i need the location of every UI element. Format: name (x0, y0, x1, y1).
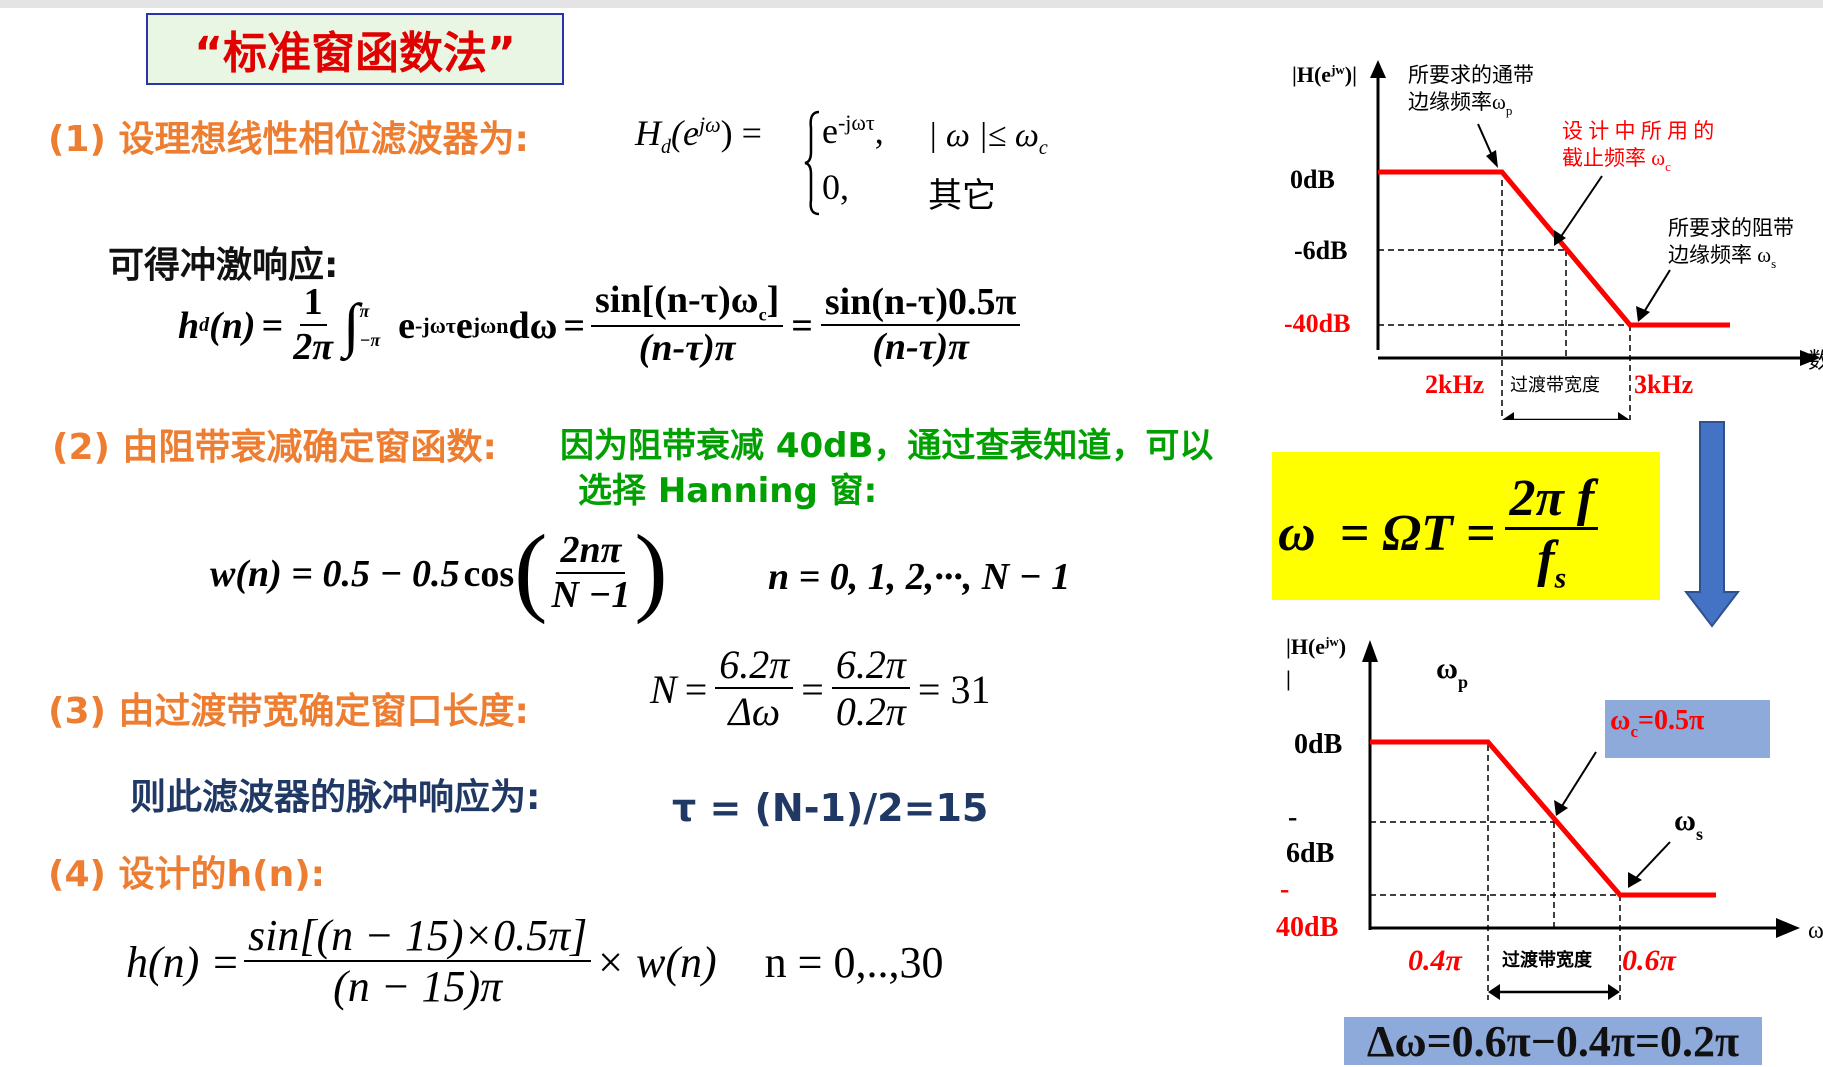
svg-text:|: | (1286, 666, 1291, 691)
annot-pass-1: 所要求的通带 (1408, 63, 1534, 87)
bottom-x-0.4pi: 0.4π (1408, 944, 1463, 977)
omega-formula: ω = ΩT = 2π f fs (1278, 470, 1599, 596)
top-band-label: 过渡带宽度 (1510, 375, 1600, 395)
bottom-wp-label: ωp (1436, 652, 1468, 692)
annot-stop-2: 边缘频率 ωs (1668, 243, 1776, 271)
step3-label: (3) 由过渡带宽确定窗口长度: (48, 691, 529, 732)
annot-pass-2: 边缘频率ωp (1408, 90, 1512, 118)
top-bar (0, 0, 1823, 8)
bottom-y-arrow-icon (1362, 640, 1378, 662)
bottom-x-0.6pi: 0.6π (1622, 944, 1677, 977)
delta-omega-result: Δω=0.6π−0.4π=0.2π (1344, 1017, 1762, 1066)
frac-sin-0.5pi: sin(n-τ)0.5π (n-τ)π (820, 281, 1021, 369)
step2-note-line1: 因为阻带衰减 40dB，通过查表知道，可以 (560, 426, 1214, 466)
eq-arg: (e (671, 113, 699, 153)
hanning-equation: w(n) = 0.5 − 0.5 cos ( 2nπ N −1 ) (210, 514, 668, 625)
case1-value: e-jωτ, (822, 110, 884, 151)
bottom-wc-arrow-icon (1554, 800, 1568, 816)
annot-cut-2: 截止频率 ωc (1562, 146, 1671, 174)
down-arrow-icon (1684, 421, 1740, 628)
top-y-arrow-icon (1370, 60, 1386, 78)
eq-h-sub: d (661, 136, 671, 159)
frac-1-over-2pi: 1 2π (293, 280, 333, 368)
svg-text:-: - (1288, 802, 1297, 833)
bottom-wc-label: ωc=0.5π (1610, 705, 1705, 741)
impulse-response-label: 则此滤波器的脉冲响应为: (130, 777, 541, 818)
bottom-tick-0db: 0dB (1294, 729, 1342, 760)
case1-condition: | ω |≤ ωc (928, 117, 1048, 159)
brace-icon (804, 110, 820, 216)
frac-sin-omega-c: sin[(n-τ)ωc] (n-τ)π (591, 279, 784, 371)
top-x-3khz: 3kHz (1634, 370, 1693, 399)
eq-arg-sup: jω (698, 112, 721, 137)
bottom-band-label: 过渡带宽度 (1502, 949, 1593, 970)
bottom-frequency-chart: |H(ejw) | ωp ωc=0.5π ωs 0dB - 6dB - 40dB… (1276, 634, 1823, 1000)
annot-pass-arrow-icon (1486, 150, 1498, 168)
eq-h: H (635, 113, 661, 153)
annot-stop-arrow-icon (1636, 306, 1650, 322)
bottom-response-line (1370, 739, 1716, 898)
step2-label: (2) 由阻带衰减确定窗函数: (52, 427, 497, 468)
step2-note-line2: 选择 Hanning 窗: (578, 471, 878, 511)
bottom-tick-40db: 40dB (1276, 912, 1338, 943)
step4-label: (4) 设计的h(n): (48, 854, 326, 895)
step1-label: (1) 设理想线性相位滤波器为: (48, 119, 529, 160)
top-tick-40db: -40dB (1284, 309, 1350, 338)
top-ylabel: |H(ejw)| (1292, 62, 1357, 87)
slide-title: “标准窗函数法” (146, 13, 564, 85)
hn-equation: h(n) = sin[(n − 15)×0.5π] (n − 15)π × w(n… (126, 911, 944, 1012)
h-symbol: h (178, 304, 200, 347)
case2-condition: 其它 (928, 176, 996, 216)
bottom-ws-label: ωs (1674, 804, 1703, 844)
impulse-equation: h d (n) = 1 2π ∫ π −π e -jωτ e jωn dω = sin[(n-τ… (178, 279, 1021, 371)
top-x-2khz: 2kHz (1425, 370, 1484, 399)
bottom-x-cut-label: ω (1808, 918, 1823, 944)
bottom-tick-6db: 6dB (1286, 838, 1334, 869)
top-frequency-chart: |H(ejw)| 0dB -6dB -40dB 2kHz 3kHz 过渡带宽度 … (1284, 60, 1823, 420)
hanning-range: n = 0, 1, 2,···, N − 1 (768, 556, 1071, 598)
svg-text:-: - (1280, 874, 1289, 905)
integral-sign: ∫ (343, 292, 360, 359)
tau-value: τ = (N-1)/2=15 (672, 786, 989, 830)
top-tick-6db: -6dB (1294, 236, 1347, 265)
ideal-filter-equation: Hd(ejω) = (635, 112, 762, 159)
annot-cut-1: 设 计 中 所 用 的 (1562, 119, 1714, 143)
case2-value: 0, (822, 167, 849, 207)
annot-stop-1: 所要求的阻带 (1668, 216, 1794, 240)
top-x-cut-label: 数 (1808, 348, 1823, 373)
top-tick-0db: 0dB (1290, 165, 1335, 194)
bottom-x-arrow-icon (1776, 918, 1800, 938)
window-length-equation: N = 6.2π Δω = 6.2π 0.2π = 31 (650, 642, 991, 735)
bottom-ylabel: |H(ejw) (1286, 634, 1346, 659)
